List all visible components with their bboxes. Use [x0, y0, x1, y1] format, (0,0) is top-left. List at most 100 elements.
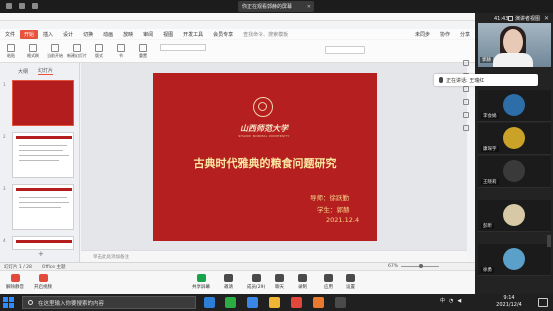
avatar	[503, 160, 525, 182]
mic-muted-icon	[10, 274, 20, 282]
windows-start-icon[interactable]	[3, 297, 14, 308]
meeting-app-icon[interactable]	[247, 297, 258, 308]
view-mode-button[interactable]: 演讲者视图	[508, 15, 540, 22]
panel-scroll-handle[interactable]	[547, 235, 551, 247]
menu-view[interactable]: 视图	[158, 31, 178, 38]
notification-icon[interactable]	[538, 298, 548, 307]
university-seal-icon	[253, 97, 273, 117]
layout-icon	[95, 43, 103, 52]
collaborate-button[interactable]: 协作	[435, 31, 455, 38]
participant-tile[interactable]: 彭昕	[478, 200, 551, 232]
menu-insert[interactable]: 插入	[38, 31, 58, 38]
speaker-body	[493, 53, 533, 67]
select-icon[interactable]	[463, 60, 469, 66]
participant-tile[interactable]: 徐勇	[478, 244, 551, 276]
animation-icon[interactable]	[463, 99, 469, 105]
task-view-icon[interactable]	[204, 297, 215, 308]
grid-icon	[508, 16, 513, 21]
record-button[interactable]: 录制	[298, 274, 307, 290]
brush-icon	[29, 43, 37, 52]
format-painter-button[interactable]: 格式刷	[22, 40, 44, 62]
app-icon	[19, 3, 25, 9]
slide-thumbnail[interactable]	[12, 80, 74, 126]
notes-area[interactable]: 单击此处添加备注	[81, 250, 467, 262]
share-screen-icon	[196, 274, 206, 282]
menu-search-command[interactable]: 查找命令、搜索模板	[238, 31, 293, 38]
taskbar-clock[interactable]: 9:14 2021/12/4	[488, 295, 530, 309]
taskbar-search-box[interactable]: 在这里输入你要搜索的内容	[22, 296, 196, 309]
slide-number: 1	[3, 82, 6, 87]
tab-slides[interactable]: 幻灯片	[38, 67, 54, 75]
text-line	[19, 150, 63, 151]
slide-thumbnail[interactable]	[12, 236, 74, 250]
close-icon[interactable]: ✕	[544, 15, 549, 22]
text-line	[19, 207, 61, 208]
menu-review[interactable]: 审阅	[138, 31, 158, 38]
apps-icon	[324, 274, 333, 282]
play-from-current-button[interactable]: 当前开始	[44, 40, 66, 62]
slide-thumbnail-header	[16, 136, 72, 139]
unmute-button[interactable]: 解除静音	[6, 274, 24, 290]
app-icon[interactable]	[313, 297, 324, 308]
screen-share-status: 你正在观看郭赫的屏幕	[242, 4, 293, 10]
mic-icon	[439, 77, 443, 83]
app-icon[interactable]	[335, 297, 346, 308]
add-slide-icon[interactable]: +	[38, 250, 44, 258]
settings-icon[interactable]	[463, 112, 469, 118]
menu-home[interactable]: 开始	[20, 29, 39, 39]
close-icon[interactable]: ✕	[307, 4, 311, 10]
members-button[interactable]: 成员(29)	[247, 274, 265, 290]
participant-tile[interactable]: 李会娟	[478, 90, 551, 122]
share-button[interactable]: 分享	[455, 31, 475, 38]
start-video-button[interactable]: 开启视频	[34, 274, 52, 290]
file-explorer-icon[interactable]	[269, 297, 280, 308]
zoom-control[interactable]: 67%	[388, 264, 442, 269]
apps-button[interactable]: 应用	[324, 274, 333, 290]
menu-file[interactable]: 文件	[0, 31, 20, 38]
slide-title: 古典时代雅典的粮食问题研究	[193, 157, 337, 170]
new-slide-button[interactable]: 新建幻灯片	[66, 40, 88, 62]
chat-button[interactable]: 聊天	[275, 274, 284, 290]
participant-tile[interactable]: 王晓莉	[478, 156, 551, 188]
zoom-slider-handle[interactable]	[419, 264, 424, 268]
wechat-icon[interactable]	[225, 297, 236, 308]
slide-thumbnail[interactable]	[12, 184, 74, 230]
menu-slideshow[interactable]: 放映	[118, 31, 138, 38]
menu-animation[interactable]: 动画	[98, 31, 118, 38]
menu-developer[interactable]: 开发工具	[178, 31, 208, 38]
panel-tabs: 大纲 幻灯片	[18, 67, 54, 75]
section-button[interactable]: 节	[110, 40, 132, 62]
menu-transition[interactable]: 切换	[78, 31, 98, 38]
sync-status[interactable]: 未同步	[410, 31, 435, 38]
zoom-slider[interactable]	[401, 264, 440, 268]
text-line	[19, 197, 67, 198]
participant-tile[interactable]: 康琛宇	[478, 123, 551, 155]
font-name-select[interactable]	[160, 44, 206, 51]
menu-design[interactable]: 设计	[58, 31, 78, 38]
status-icons	[6, 3, 38, 9]
paste-button[interactable]: 粘贴	[0, 40, 22, 62]
reset-button[interactable]: 重置	[132, 40, 154, 62]
text-line	[19, 202, 69, 203]
share-screen-button[interactable]: 共享屏幕	[192, 274, 210, 290]
meeting-timer: 41:43	[494, 16, 509, 22]
style-icon[interactable]	[463, 86, 469, 92]
slide-thumbnail[interactable]	[12, 132, 74, 178]
network-icon[interactable]: ◔	[449, 298, 453, 304]
new-slide-icon	[73, 43, 81, 52]
avatar	[503, 248, 525, 270]
ribbon-search-box[interactable]	[325, 46, 365, 54]
slide-counter: 幻灯片 1 / 28	[4, 264, 32, 270]
invite-button[interactable]: 邀请	[224, 274, 233, 290]
settings-button[interactable]: 设置	[346, 274, 355, 290]
help-icon[interactable]	[463, 125, 469, 131]
wps-icon[interactable]	[291, 297, 302, 308]
slide-number: 4	[3, 238, 6, 243]
slide-thumbnail-header	[16, 188, 72, 191]
volume-icon[interactable]: ◀	[457, 298, 461, 304]
layout-button[interactable]: 版式	[88, 40, 110, 62]
menu-member[interactable]: 会员专享	[208, 31, 238, 38]
app-icon	[6, 3, 12, 9]
tab-outline[interactable]: 大纲	[18, 68, 28, 75]
input-language[interactable]: 中	[440, 297, 445, 304]
